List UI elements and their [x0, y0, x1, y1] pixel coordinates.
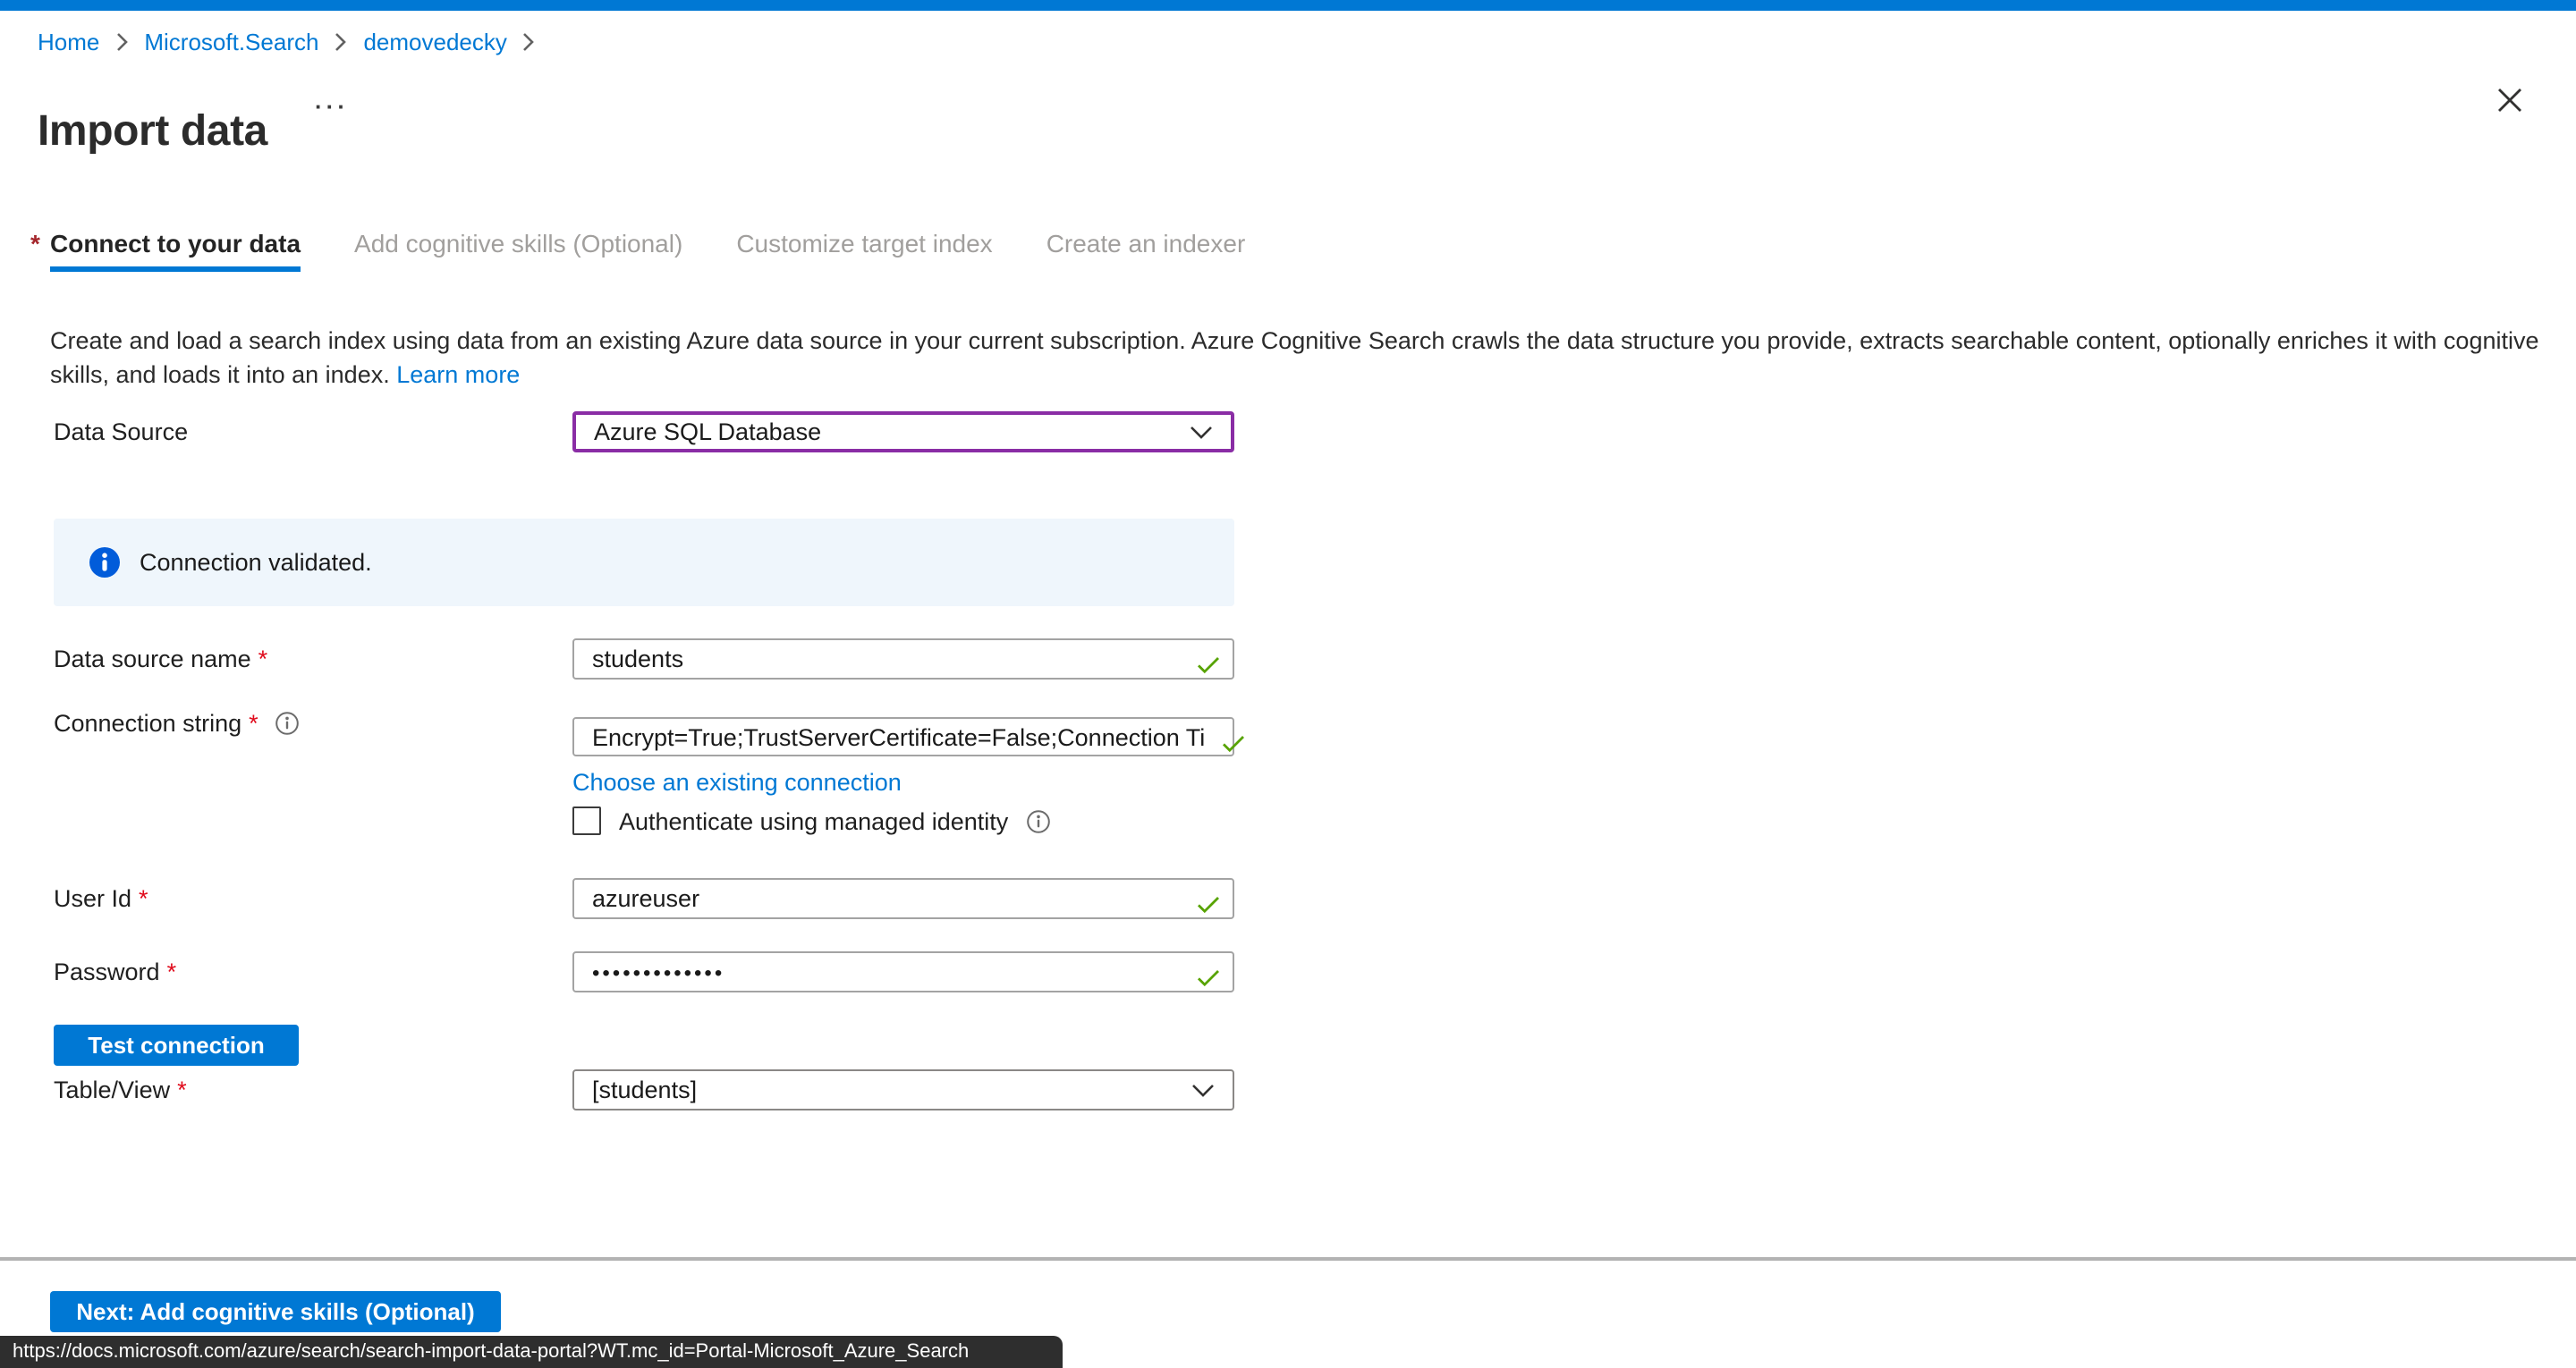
chevron-down-icon — [1191, 1077, 1215, 1103]
connection-string-label: Connection string * — [54, 710, 300, 737]
required-marker: * — [177, 1077, 187, 1103]
breadcrumb: Home Microsoft.Search demovedecky — [38, 29, 536, 55]
learn-more-link[interactable]: Learn more — [396, 360, 520, 387]
page-description: Create and load a search index using dat… — [50, 323, 2551, 391]
table-view-dropdown[interactable]: [students] — [572, 1069, 1234, 1110]
status-url-tooltip: https://docs.microsoft.com/azure/search/… — [0, 1335, 1063, 1368]
label-text: Table/View — [54, 1077, 170, 1103]
page-title: Import data — [38, 107, 267, 157]
data-source-name-input[interactable] — [572, 638, 1234, 680]
password-label: Password * — [54, 958, 176, 985]
user-id-fieldwrap — [572, 878, 1234, 919]
banner-text: Connection validated. — [140, 549, 372, 576]
close-icon[interactable] — [2494, 84, 2526, 116]
data-source-dropdown[interactable]: Azure SQL Database — [572, 411, 1234, 452]
data-source-label: Data Source — [54, 418, 188, 445]
label-text: Connection string — [54, 710, 242, 737]
tab-label: Add cognitive skills (Optional) — [354, 229, 682, 258]
tab-add-cognitive-skills[interactable]: Add cognitive skills (Optional) — [354, 229, 682, 270]
table-view-label: Table/View * — [54, 1077, 187, 1103]
table-view-field: [students] — [572, 1069, 1234, 1110]
required-marker: * — [167, 958, 177, 985]
info-filled-icon — [89, 547, 120, 578]
required-marker: * — [249, 710, 258, 737]
choose-existing-connection-link[interactable]: Choose an existing connection — [572, 769, 902, 796]
managed-identity-row: Authenticate using managed identity — [572, 806, 1049, 835]
required-marker: * — [139, 885, 148, 912]
tab-label: Create an indexer — [1046, 229, 1246, 258]
tab-label: Connect to your data — [50, 229, 301, 272]
connection-string-input[interactable] — [572, 717, 1234, 756]
valid-check-icon — [1197, 964, 1220, 996]
tab-label: Customize target index — [736, 229, 992, 258]
chevron-right-icon — [523, 32, 536, 52]
tab-connect-to-your-data[interactable]: * Connect to your data — [50, 229, 301, 270]
chevron-right-icon — [335, 32, 347, 52]
data-source-name-label: Data source name * — [54, 646, 267, 672]
test-connection-button[interactable]: Test connection — [54, 1025, 299, 1066]
selected-value: [students] — [592, 1077, 697, 1103]
label-text: User Id — [54, 885, 131, 912]
chevron-right-icon — [115, 32, 128, 52]
required-marker: * — [30, 229, 40, 258]
password-input[interactable] — [572, 951, 1234, 992]
azure-top-bar — [0, 0, 2576, 11]
chevron-down-icon — [1190, 418, 1213, 445]
import-data-page: Home Microsoft.Search demovedecky Import… — [0, 0, 2576, 1368]
user-id-input[interactable] — [572, 878, 1234, 919]
user-id-label: User Id * — [54, 885, 148, 912]
label-text: Data source name — [54, 646, 251, 672]
connection-string-fieldwrap — [572, 717, 1234, 756]
selected-value: Azure SQL Database — [594, 418, 821, 445]
more-options-icon[interactable]: ··· — [315, 93, 349, 120]
password-fieldwrap — [572, 951, 1234, 992]
info-outline-icon[interactable] — [276, 712, 300, 735]
connection-validated-banner: Connection validated. — [54, 519, 1234, 606]
managed-identity-checkbox[interactable] — [572, 806, 601, 835]
breadcrumb-demovedecky[interactable]: demovedecky — [363, 29, 506, 55]
tab-create-an-indexer[interactable]: Create an indexer — [1046, 229, 1246, 270]
status-url-text: https://docs.microsoft.com/azure/search/… — [13, 1341, 969, 1363]
breadcrumb-microsoft-search[interactable]: Microsoft.Search — [144, 29, 318, 55]
data-source-name-fieldwrap — [572, 638, 1234, 680]
breadcrumb-home[interactable]: Home — [38, 29, 99, 55]
wizard-tabs: * Connect to your data Add cognitive ski… — [50, 229, 1245, 270]
required-marker: * — [258, 646, 268, 672]
next-add-cognitive-skills-button[interactable]: Next: Add cognitive skills (Optional) — [50, 1291, 501, 1332]
managed-identity-label: Authenticate using managed identity — [619, 807, 1008, 834]
valid-check-icon — [1197, 891, 1220, 923]
data-source-field: Azure SQL Database — [572, 411, 1234, 452]
label-text: Password — [54, 958, 160, 985]
info-outline-icon[interactable] — [1026, 809, 1049, 832]
label-text: Data Source — [54, 418, 188, 445]
valid-check-icon — [1222, 730, 1245, 762]
footer-divider — [0, 1257, 2576, 1260]
valid-check-icon — [1197, 651, 1220, 683]
tab-customize-target-index[interactable]: Customize target index — [736, 229, 992, 270]
